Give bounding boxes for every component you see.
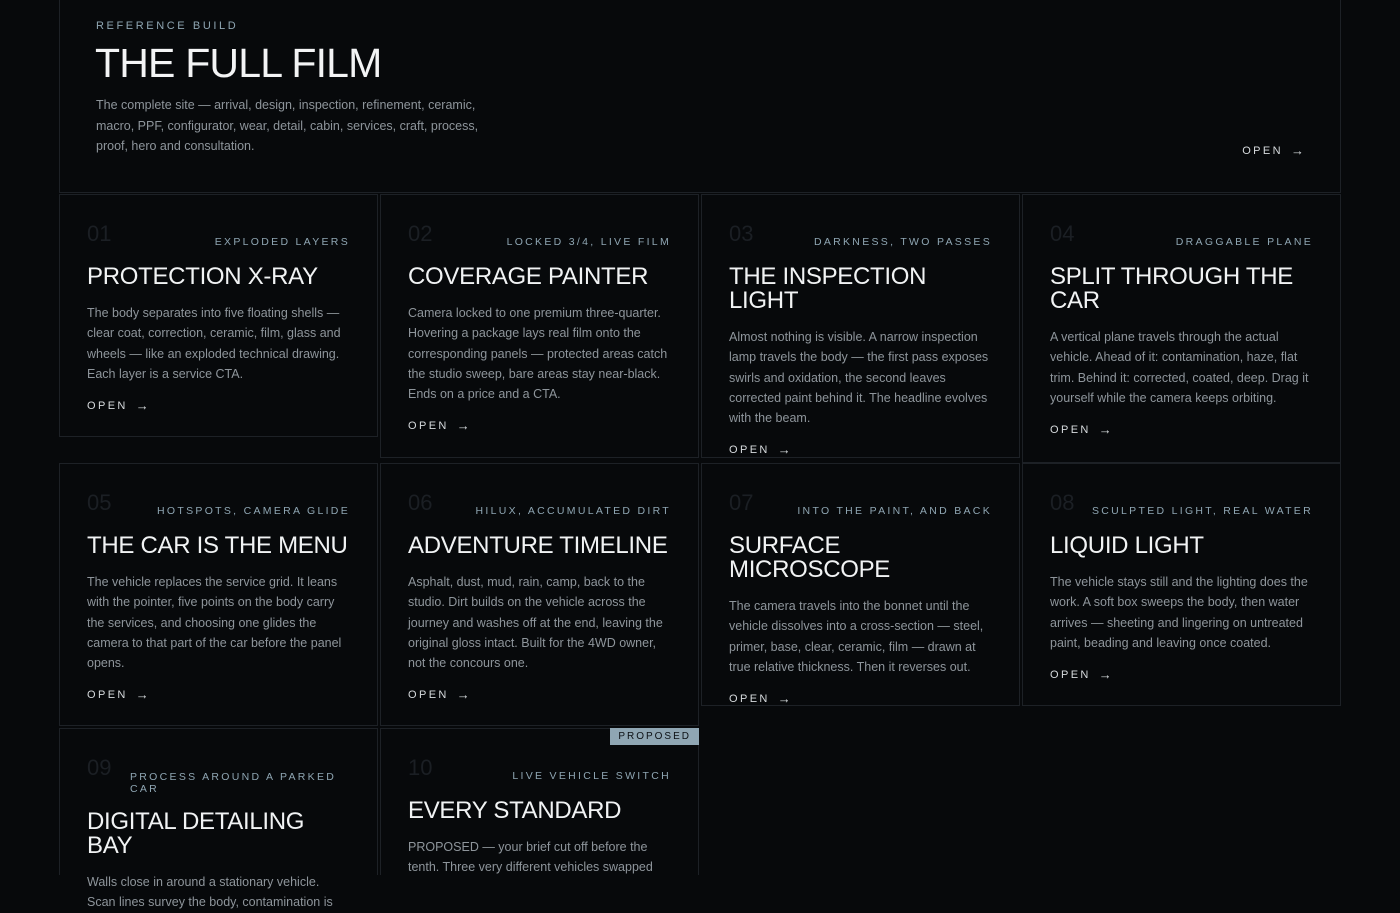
card-description: The vehicle replaces the service grid. I… xyxy=(87,575,342,671)
card-description: The vehicle stays still and the lighting… xyxy=(1050,575,1308,650)
concept-card-05[interactable]: 05 HOTSPOTS, CAMERA GLIDE THE CAR IS THE… xyxy=(59,463,378,726)
concept-card-08[interactable]: 08 SCULPTED LIGHT, REAL WATER LIQUID LIG… xyxy=(1022,463,1341,706)
hero-open-link[interactable]: OPEN → xyxy=(1242,143,1304,158)
card-number: 03 xyxy=(729,221,754,246)
card-tag: DARKNESS, TWO PASSES xyxy=(813,236,992,248)
concept-card-02[interactable]: 02 LOCKED 3/4, LIVE FILM COVERAGE PAINTE… xyxy=(380,194,699,458)
card-number: 04 xyxy=(1050,221,1075,246)
card-open-label: OPEN xyxy=(87,688,128,701)
card-number: 01 xyxy=(87,221,112,246)
card-tag: PROCESS AROUND A PARKED CAR xyxy=(130,771,337,795)
card-title: LIQUID LIGHT xyxy=(1050,532,1204,559)
card-title: THE CAR IS THE MENU xyxy=(87,532,348,559)
card-description: The body separates into five floating sh… xyxy=(87,306,341,381)
card-tag: LIVE VEHICLE SWITCH xyxy=(512,770,671,782)
hero-description: The complete site — arrival, design, ins… xyxy=(96,98,479,153)
card-open-link[interactable]: OPEN → xyxy=(729,442,992,457)
card-open-link[interactable]: OPEN → xyxy=(408,418,671,433)
hero-open-label: OPEN xyxy=(1242,144,1283,157)
concept-card-01[interactable]: 01 EXPLODED LAYERS PROTECTION X-RAY The … xyxy=(59,194,378,437)
arrow-right-icon: → xyxy=(777,442,791,458)
arrow-right-icon: → xyxy=(1098,667,1112,683)
card-tag: INTO THE PAINT, AND BACK xyxy=(797,505,992,517)
card-number: 08 xyxy=(1050,490,1075,515)
card-number: 10 xyxy=(408,755,433,780)
card-description: A vertical plane travels through the act… xyxy=(1050,330,1309,405)
arrow-right-icon: → xyxy=(1098,422,1112,438)
card-number: 06 xyxy=(408,490,433,515)
card-number: 02 xyxy=(408,221,433,246)
card-tag: HILUX, ACCUMULATED DIRT xyxy=(475,505,671,517)
hero-card[interactable]: REFERENCE BUILD THE FULL FILM The comple… xyxy=(59,0,1341,193)
card-title: DIGITAL DETAILING BAY xyxy=(87,808,305,859)
card-title: SPLIT THROUGH THE CAR xyxy=(1050,263,1293,314)
concept-card-04[interactable]: 04 DRAGGABLE PLANE SPLIT THROUGH THE CAR… xyxy=(1022,194,1341,463)
concept-card-07[interactable]: 07 INTO THE PAINT, AND BACK SURFACE MICR… xyxy=(701,463,1020,706)
card-title: EVERY STANDARD xyxy=(408,797,622,824)
concept-card-09[interactable]: 09 PROCESS AROUND A PARKED CAR DIGITAL D… xyxy=(59,728,378,909)
card-open-label: OPEN xyxy=(408,688,449,701)
card-description: Camera locked to one premium three-quart… xyxy=(408,306,668,402)
card-open-label: OPEN xyxy=(729,443,770,456)
page: REFERENCE BUILD THE FULL FILM The comple… xyxy=(59,0,1341,909)
card-description: Walls close in around a stationary vehic… xyxy=(87,875,333,910)
arrow-right-icon: → xyxy=(456,418,470,434)
concept-card-10[interactable]: PROPOSED 10 LIVE VEHICLE SWITCH EVERY ST… xyxy=(380,728,699,875)
card-title: SURFACE MICROSCOPE xyxy=(729,532,891,583)
card-open-label: OPEN xyxy=(729,692,770,705)
card-open-link[interactable]: OPEN → xyxy=(87,398,350,413)
card-open-link[interactable]: OPEN → xyxy=(1050,422,1313,437)
arrow-right-icon: → xyxy=(135,687,149,703)
card-tag: EXPLODED LAYERS xyxy=(214,236,350,248)
card-title: COVERAGE PAINTER xyxy=(408,263,649,290)
card-tag: HOTSPOTS, CAMERA GLIDE xyxy=(157,505,350,517)
concept-card-06[interactable]: 06 HILUX, ACCUMULATED DIRT ADVENTURE TIM… xyxy=(380,463,699,726)
proposed-badge: PROPOSED xyxy=(610,728,699,745)
card-number: 09 xyxy=(87,755,112,780)
card-open-label: OPEN xyxy=(1050,668,1091,681)
card-title: PROTECTION X-RAY xyxy=(87,263,318,290)
card-title: ADVENTURE TIMELINE xyxy=(408,532,668,559)
concept-card-03[interactable]: 03 DARKNESS, TWO PASSES THE INSPECTION L… xyxy=(701,194,1020,458)
card-open-label: OPEN xyxy=(408,419,449,432)
card-open-link[interactable]: OPEN → xyxy=(87,687,350,702)
card-open-label: OPEN xyxy=(87,399,128,412)
card-description: Asphalt, dust, mud, rain, camp, back to … xyxy=(408,575,663,671)
card-open-link[interactable]: OPEN → xyxy=(408,687,671,702)
card-tag: LOCKED 3/4, LIVE FILM xyxy=(506,236,671,248)
hero-eyebrow: REFERENCE BUILD xyxy=(96,20,239,32)
arrow-right-icon: → xyxy=(135,398,149,414)
card-title: THE INSPECTION LIGHT xyxy=(729,263,927,314)
card-open-link[interactable]: OPEN → xyxy=(1050,667,1313,682)
arrow-right-icon: → xyxy=(1291,143,1304,158)
card-number: 07 xyxy=(729,490,754,515)
card-tag: SCULPTED LIGHT, REAL WATER xyxy=(1091,505,1313,517)
arrow-right-icon: → xyxy=(456,687,470,703)
card-description: PROPOSED — your brief cut off before the… xyxy=(408,840,653,875)
hero-title: THE FULL FILM xyxy=(95,40,382,86)
card-number: 05 xyxy=(87,490,112,515)
card-open-label: OPEN xyxy=(1050,423,1091,436)
card-description: The camera travels into the bonnet until… xyxy=(729,599,984,674)
card-description: Almost nothing is visible. A narrow insp… xyxy=(729,330,989,426)
card-open-link[interactable]: OPEN → xyxy=(729,691,992,706)
card-tag: DRAGGABLE PLANE xyxy=(1175,236,1313,248)
arrow-right-icon: → xyxy=(777,691,791,707)
